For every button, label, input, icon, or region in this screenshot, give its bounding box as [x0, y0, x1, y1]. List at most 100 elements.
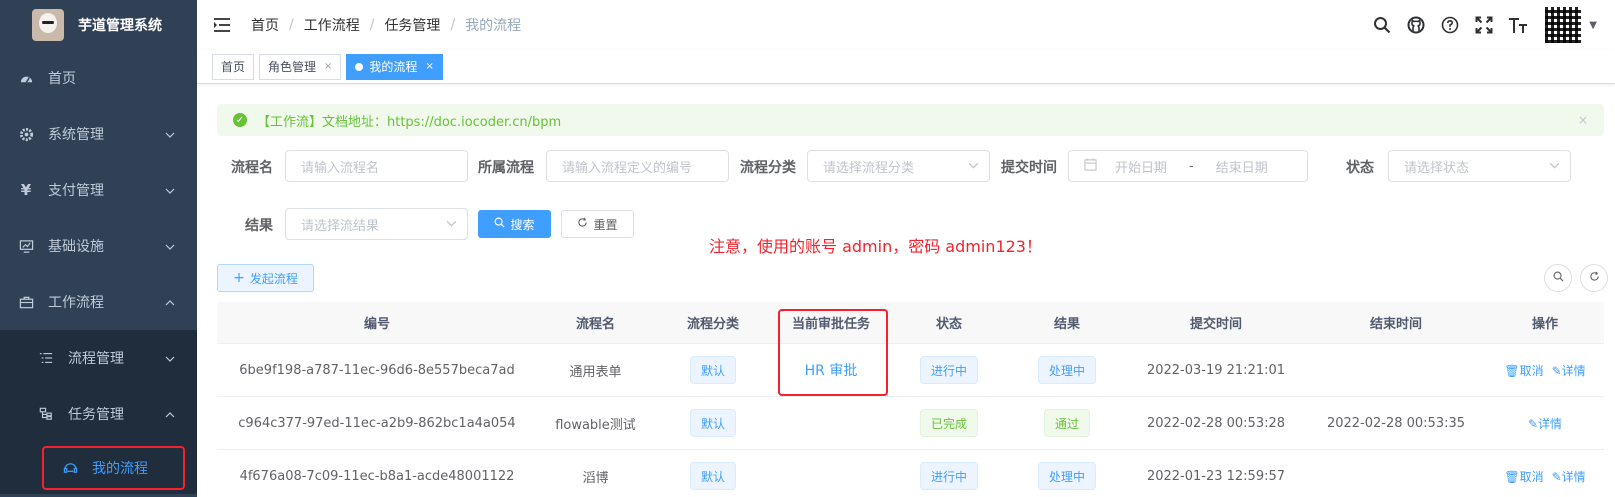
cancel-link[interactable]: 🗑取消 — [1504, 468, 1543, 485]
result-tag: 通过 — [1043, 409, 1090, 437]
link-label: 取消 — [1519, 469, 1544, 484]
column-header: 结束时间 — [1369, 317, 1422, 332]
definition-label: 所属流程 — [478, 160, 534, 176]
edit-icon: ✎ — [1551, 469, 1562, 484]
navbar: 首页 / 工作流程 / 任务管理 / 我的流程 ▼ — [197, 0, 1615, 50]
yen-icon: ¥ — [20, 181, 32, 199]
sidebar: 芋道管理系统 首页 系统管理 ¥ 支付管理 基础设施 工作流程 流程管理 任务管… — [0, 0, 197, 497]
breadcrumb-current: 我的流程 — [465, 18, 522, 34]
workflow-submenu: 流程管理 任务管理 我的流程 — [0, 330, 197, 494]
breadcrumb-workflow[interactable]: 工作流程 — [304, 15, 360, 35]
sidebar-item-label: 工作流程 — [48, 295, 104, 311]
delete-icon: 🗑 — [1504, 469, 1520, 484]
chevron-down-icon — [165, 182, 175, 198]
result-label: 结果 — [245, 218, 273, 234]
search-icon — [494, 217, 506, 231]
user-avatar[interactable] — [1543, 5, 1584, 45]
sidebar-item-task-manage[interactable]: 任务管理 — [0, 386, 197, 442]
category-select[interactable]: 请选择流程分类 — [807, 150, 990, 182]
current-task-link[interactable]: HR 审批 — [805, 360, 858, 380]
table-row: c964c377-97ed-11ec-a2b9-862bc1a4a054 flo… — [217, 397, 1604, 450]
placeholder: 请选择流结果 — [301, 218, 380, 234]
search-icon[interactable] — [1365, 16, 1399, 34]
sidebar-item-label: 支付管理 — [48, 183, 104, 199]
hamburger-icon[interactable] — [213, 16, 231, 34]
cell-name: flowable测试 — [555, 417, 636, 433]
sidebar-item-process-manage[interactable]: 流程管理 — [0, 330, 197, 386]
sidebar-item-workflow[interactable]: 工作流程 — [0, 274, 197, 330]
detail-link[interactable]: ✎详情 — [1528, 415, 1562, 432]
column-header: 当前审批任务 — [791, 317, 870, 332]
cell-id: c964c377-97ed-11ec-a2b9-862bc1a4a054 — [238, 415, 516, 431]
definition-input[interactable]: 请输入流程定义的编号 — [546, 150, 729, 182]
tag-role-manage[interactable]: 角色管理 × — [259, 53, 342, 80]
process-name-input[interactable]: 请输入流程名 — [285, 150, 468, 182]
close-icon[interactable]: × — [425, 61, 433, 72]
question-icon[interactable] — [1433, 16, 1467, 34]
link-label: 详情 — [1538, 416, 1563, 431]
start-process-button[interactable]: + 发起流程 — [217, 264, 314, 292]
category-tag: 默认 — [689, 462, 736, 490]
calendar-icon — [1084, 157, 1097, 175]
category-label: 流程分类 — [740, 160, 796, 176]
cell-id: 4f676a08-7c09-11ec-b8a1-acde48001122 — [239, 468, 515, 484]
cell-end-time — [1306, 344, 1486, 396]
close-icon[interactable]: × — [1578, 113, 1588, 127]
search-button[interactable]: 搜索 — [478, 210, 551, 238]
fullscreen-icon[interactable] — [1467, 16, 1501, 34]
placeholder: 请输入流程名 — [301, 160, 380, 176]
breadcrumb-separator: / — [369, 17, 375, 33]
detail-link[interactable]: ✎详情 — [1552, 362, 1586, 379]
reset-button[interactable]: 重置 — [561, 210, 634, 238]
column-header: 操作 — [1531, 317, 1558, 332]
date-range-picker[interactable]: 开始日期 - 结束日期 — [1068, 150, 1308, 182]
submit-time-label: 提交时间 — [1001, 160, 1057, 176]
cell-submit-time: 2022-03-19 21:21:01 — [1146, 362, 1286, 378]
breadcrumb: 首页 / 工作流程 / 任务管理 / 我的流程 — [251, 15, 521, 35]
edit-icon: ✎ — [1527, 416, 1539, 431]
sidebar-item-infra[interactable]: 基础设施 — [0, 218, 197, 274]
gear-icon — [18, 126, 34, 142]
cell-submit-time: 2022-02-28 00:53:28 — [1146, 415, 1286, 431]
status-tag: 进行中 — [919, 356, 978, 384]
sidebar-item-pay[interactable]: ¥ 支付管理 — [0, 162, 197, 218]
alert-text[interactable]: 【工作流】文档地址：https://doc.iocoder.cn/bpm — [257, 111, 561, 130]
cell-name: 通用表单 — [569, 364, 622, 380]
cell-submit-time: 2022-01-23 12:59:57 — [1146, 468, 1286, 484]
toggle-search-button[interactable] — [1544, 264, 1572, 292]
placeholder: 请选择状态 — [1404, 160, 1470, 176]
sidebar-item-system[interactable]: 系统管理 — [0, 106, 197, 162]
result-tag: 处理中 — [1037, 356, 1096, 384]
sidebar-item-my-process[interactable]: 我的流程 — [0, 442, 197, 494]
status-select[interactable]: 请选择状态 — [1388, 150, 1571, 182]
font-size-icon[interactable] — [1501, 16, 1535, 34]
table-row: 4f676a08-7c09-11ec-b8a1-acde48001122 滔博 … — [217, 450, 1604, 497]
search-icon — [1553, 271, 1564, 285]
close-icon[interactable]: × — [324, 61, 332, 72]
caret-down-icon[interactable]: ▼ — [1589, 20, 1597, 31]
column-header: 流程分类 — [686, 317, 739, 332]
breadcrumb-task[interactable]: 任务管理 — [384, 15, 440, 35]
tag-home[interactable]: 首页 — [212, 53, 255, 80]
detail-link[interactable]: ✎详情 — [1552, 468, 1586, 485]
sidebar-item-home[interactable]: 首页 — [0, 50, 197, 106]
result-select[interactable]: 请选择流结果 — [285, 208, 468, 240]
refresh-table-button[interactable] — [1580, 264, 1608, 292]
refresh-icon — [577, 217, 588, 231]
cancel-link[interactable]: 🗑取消 — [1504, 362, 1543, 379]
github-icon[interactable] — [1399, 16, 1433, 34]
sidebar-item-label: 首页 — [48, 71, 76, 87]
cell-end-time — [1306, 450, 1486, 497]
breadcrumb-separator: / — [289, 17, 294, 33]
app-title: 芋道管理系统 — [78, 18, 162, 34]
logo-image — [32, 9, 64, 41]
tag-my-process[interactable]: 我的流程 × — [346, 53, 443, 80]
column-header: 提交时间 — [1189, 317, 1242, 332]
plus-icon: + — [233, 270, 245, 286]
sidebar-item-label: 系统管理 — [48, 127, 104, 143]
chevron-down-icon — [165, 350, 175, 366]
chevron-down-icon — [446, 219, 457, 230]
breadcrumb-home[interactable]: 首页 — [251, 15, 279, 35]
tag-label: 首页 — [221, 60, 246, 74]
logo[interactable]: 芋道管理系统 — [0, 0, 197, 50]
